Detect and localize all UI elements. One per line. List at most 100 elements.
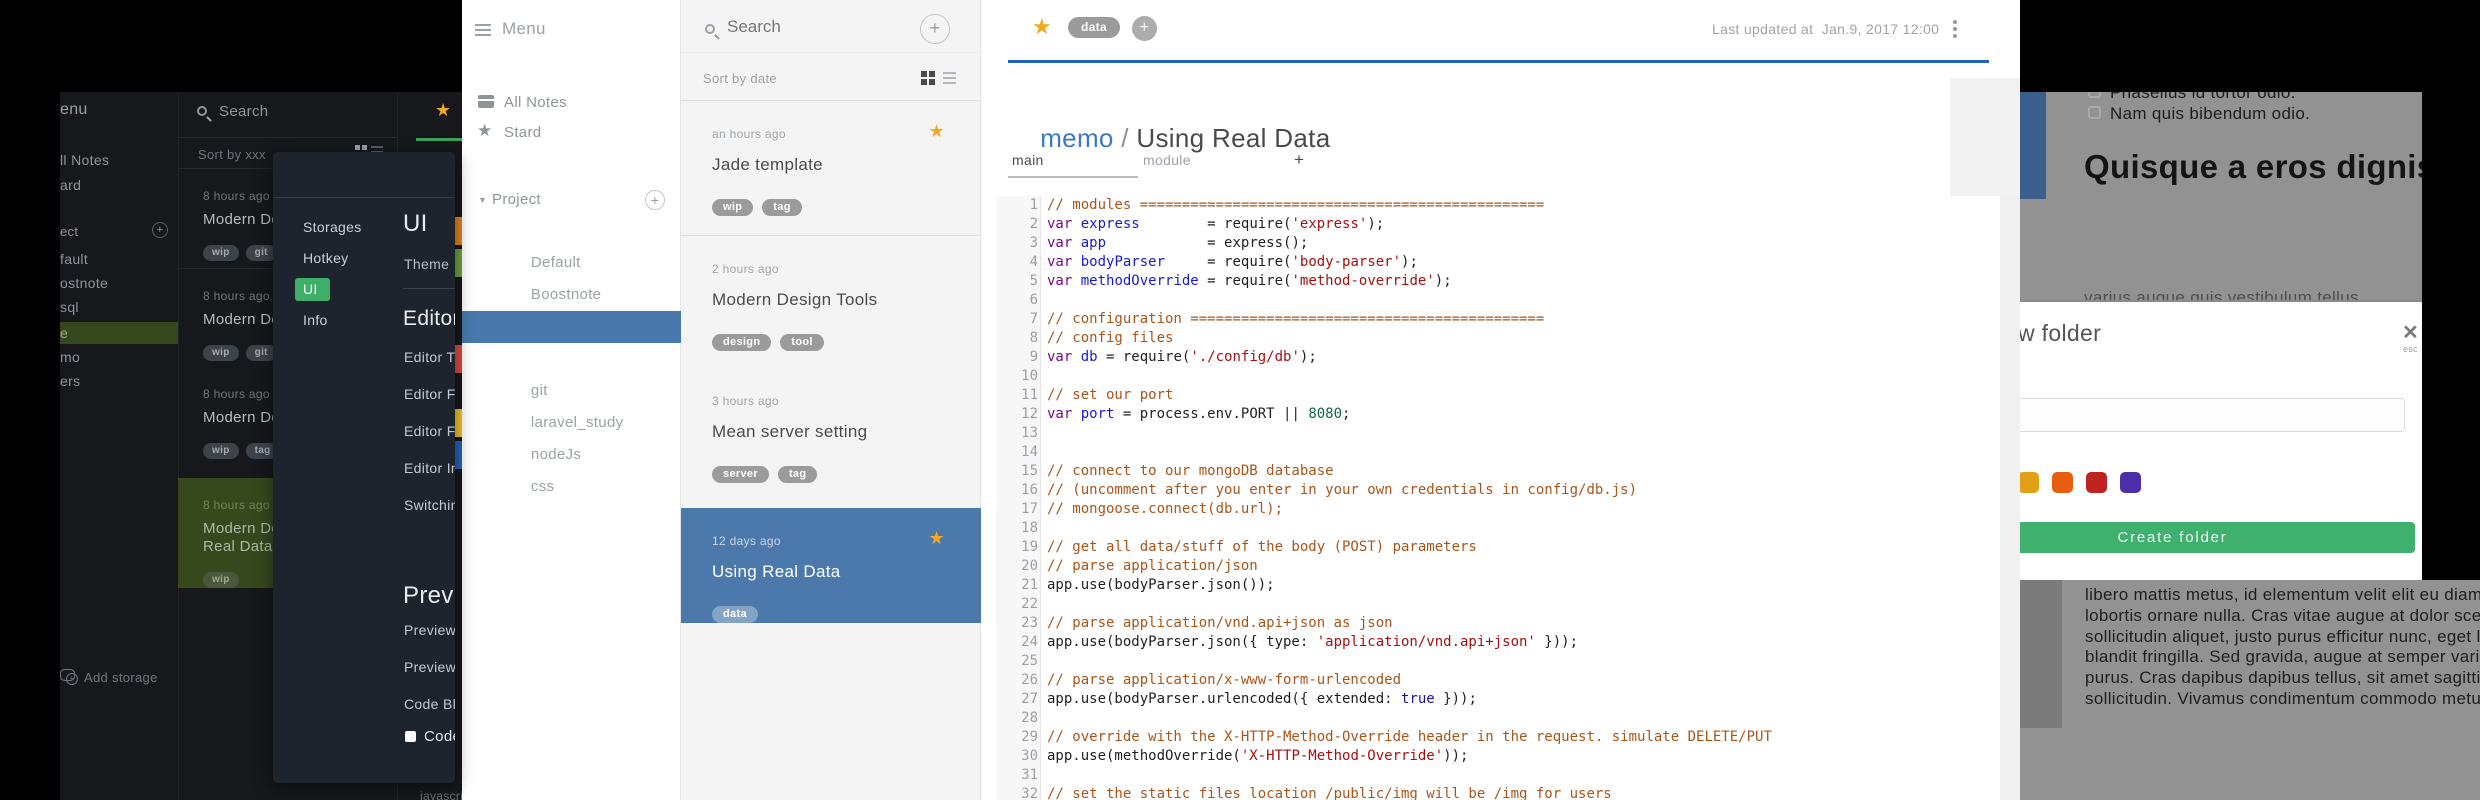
editor-settings-list: Editor Th Editor Fo Editor Fo Editor Ind Swi… bbox=[404, 349, 455, 534]
dark-folder-item[interactable]: ostnote bbox=[60, 271, 108, 295]
star-toggle-icon[interactable]: ★ bbox=[1032, 14, 1052, 40]
paragraph-line: sollicitudin. Vivamus condimentum commod… bbox=[2085, 688, 2480, 708]
close-esc-hint: esc bbox=[2403, 344, 2418, 354]
create-folder-button[interactable]: Create folder bbox=[2020, 522, 2415, 553]
new-snippet-tab-button[interactable]: + bbox=[1294, 150, 1304, 170]
code-text: app.use(bodyParser.json({ type: 'applica… bbox=[1047, 634, 1579, 650]
code-text: var express = require('express'); bbox=[1047, 216, 1385, 232]
dark-sidebar-item-all-notes[interactable]: ll Notes bbox=[60, 152, 109, 168]
color-swatch[interactable] bbox=[2086, 472, 2107, 493]
dark-search-input[interactable]: Search bbox=[219, 103, 268, 120]
menu-icon[interactable] bbox=[475, 24, 491, 36]
code-line: 11 // set our port bbox=[996, 386, 1772, 405]
tag-pill[interactable]: data bbox=[712, 606, 758, 623]
tag-pill[interactable]: server bbox=[712, 466, 769, 483]
star-icon[interactable]: ★ bbox=[929, 528, 945, 549]
tag-pill[interactable]: wip bbox=[203, 245, 239, 261]
folder-item[interactable]: css bbox=[455, 439, 681, 495]
code-text: // modules =============================… bbox=[1047, 197, 1545, 213]
code-line: 9 var db = require('./config/db'); bbox=[996, 348, 1772, 367]
tag-pill[interactable]: wip bbox=[203, 572, 239, 588]
note-item[interactable]: 12 days ago ★ Using Real Data data bbox=[681, 508, 981, 623]
dark-folder-list-2: mo ers bbox=[60, 345, 80, 393]
code-checkbox[interactable] bbox=[405, 731, 416, 742]
menu-label[interactable]: Menu bbox=[502, 19, 546, 39]
code-text: // (uncomment after you enter in your ow… bbox=[1047, 482, 1638, 498]
settings-nav-item[interactable]: Info bbox=[303, 309, 374, 340]
dark-menu-label[interactable]: enu bbox=[60, 101, 88, 119]
settings-nav-item[interactable]: UI bbox=[295, 278, 374, 309]
add-storage-icon bbox=[60, 669, 78, 685]
folder-item[interactable]: mysql bbox=[462, 279, 681, 335]
code-text: var bodyParser = require('body-parser'); bbox=[1047, 254, 1418, 270]
color-swatch[interactable] bbox=[2052, 472, 2073, 493]
search-icon bbox=[705, 24, 715, 34]
tag-pill[interactable]: wip bbox=[203, 345, 239, 361]
tag-pill[interactable]: design bbox=[712, 334, 772, 351]
folder-item[interactable]: git bbox=[455, 343, 681, 399]
snippet-tab[interactable]: module bbox=[1143, 152, 1191, 168]
settings-nav-item[interactable]: Hotkey bbox=[303, 247, 374, 278]
note-item[interactable]: 3 hours ago ★ Mean server setting server… bbox=[681, 368, 981, 508]
list-view-icon[interactable] bbox=[371, 146, 383, 148]
tag-pill[interactable]: tag bbox=[777, 466, 818, 483]
folder-item[interactable]: Boostnote bbox=[455, 247, 681, 303]
code-line: 24 app.use(bodyParser.json({ type: 'appl… bbox=[996, 633, 1772, 652]
note-item[interactable]: an hours ago ★ Jade template wip tag bbox=[681, 100, 981, 235]
code-line: 15 // connect to our mongoDB database bbox=[996, 462, 1772, 481]
folder-item[interactable]: laravel_study bbox=[462, 375, 681, 431]
sidebar-item-all-notes[interactable]: All Notes bbox=[504, 94, 567, 111]
grid-view-icon[interactable] bbox=[355, 145, 360, 150]
color-swatch[interactable] bbox=[2020, 472, 2039, 493]
folder-item[interactable]: nodeJs bbox=[455, 407, 681, 463]
sort-button[interactable]: Sort by date bbox=[703, 71, 777, 86]
dark-sidebar-item-starred[interactable]: ard bbox=[60, 177, 81, 193]
code-editor[interactable]: 1 // modules ===========================… bbox=[996, 196, 1772, 800]
code-text: var port = process.env.PORT || 8080; bbox=[1047, 406, 1351, 422]
tag-pill[interactable]: wip bbox=[712, 199, 754, 216]
code-line: 28 bbox=[996, 709, 1772, 728]
settings-item: Switching bbox=[404, 497, 455, 513]
tag-pill[interactable]: tool bbox=[780, 334, 824, 351]
project-label[interactable]: Project bbox=[492, 191, 541, 208]
folder-item[interactable]: Default bbox=[455, 215, 681, 271]
dark-add-storage[interactable]: Add storage bbox=[84, 670, 158, 685]
dark-folder-item[interactable]: mo bbox=[60, 345, 80, 369]
scrollbar-track[interactable] bbox=[2000, 196, 2020, 800]
code-line: 21 app.use(bodyParser.json()); bbox=[996, 576, 1772, 595]
folder-list: Default Boostnote mysql memo git laravel… bbox=[455, 215, 681, 495]
note-item[interactable]: 2 hours ago ★ Modern Design Tools design… bbox=[681, 235, 981, 368]
search-input[interactable] bbox=[727, 17, 907, 37]
line-number: 17 bbox=[1021, 501, 1038, 517]
code-text: // parse application/json bbox=[1047, 558, 1258, 574]
star-icon[interactable]: ★ bbox=[929, 121, 945, 142]
dark-sort-button[interactable]: Sort by xxx bbox=[198, 147, 266, 162]
dark-folder-item[interactable]: fault bbox=[60, 247, 108, 271]
folder-name-input[interactable] bbox=[2020, 398, 2405, 432]
add-folder-icon[interactable]: + bbox=[645, 190, 665, 210]
sidebar-item-starred[interactable]: Stard bbox=[504, 124, 541, 141]
close-icon[interactable]: ✕ bbox=[2402, 320, 2419, 345]
paragraph-line: sollicitudin aliquet, justo purus effici… bbox=[2085, 626, 2480, 646]
star-icon[interactable]: ★ bbox=[435, 100, 451, 121]
line-number: 26 bbox=[1021, 672, 1038, 688]
tag-pill[interactable]: wip bbox=[203, 443, 239, 459]
snippet-tab[interactable]: main bbox=[1012, 152, 1143, 168]
settings-nav-item[interactable]: Storages bbox=[303, 216, 374, 247]
breadcrumb-folder[interactable]: memo bbox=[1040, 123, 1114, 153]
add-tag-button[interactable]: + bbox=[1132, 16, 1157, 41]
dark-add-folder-icon[interactable]: + bbox=[152, 222, 168, 238]
list-view-icon[interactable] bbox=[943, 72, 956, 74]
dark-folder-item[interactable]: ers bbox=[60, 369, 80, 393]
note-tag-badge[interactable]: data bbox=[1068, 17, 1120, 38]
code-line: 31 bbox=[996, 766, 1772, 785]
color-swatch[interactable] bbox=[2120, 472, 2141, 493]
new-note-button[interactable]: + bbox=[920, 14, 950, 44]
grid-view-icon[interactable] bbox=[921, 71, 927, 77]
tag-pill[interactable]: tag bbox=[762, 199, 802, 216]
more-options-icon[interactable] bbox=[1953, 20, 1957, 24]
folder-item[interactable]: memo bbox=[462, 311, 681, 367]
code-text: // configuration =======================… bbox=[1047, 311, 1545, 327]
chevron-down-icon[interactable]: ▼ bbox=[478, 195, 487, 205]
dark-folder-item[interactable]: sql bbox=[60, 295, 108, 319]
